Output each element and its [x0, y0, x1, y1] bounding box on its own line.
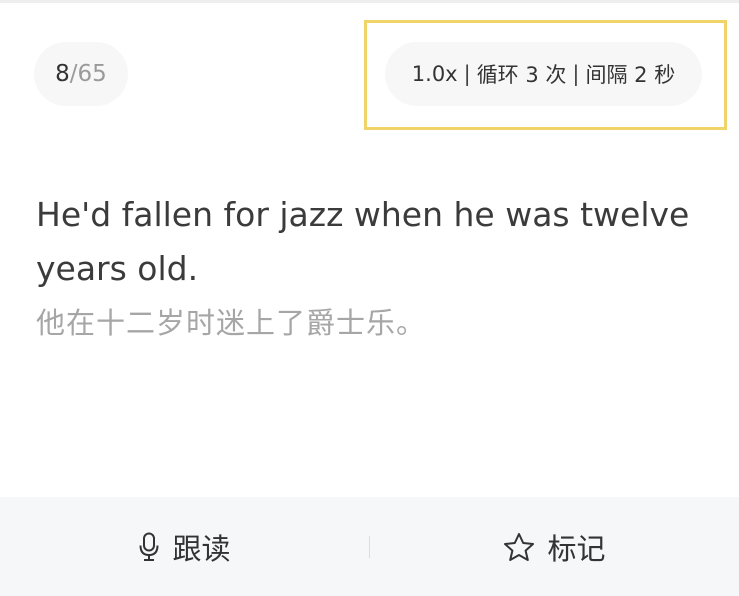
speed-value: 1.0x: [411, 62, 458, 86]
progress-current: 8: [55, 61, 70, 87]
english-sentence: He'd fallen for jazz when he was twelve …: [36, 195, 690, 288]
loop-value: 循环 3 次: [476, 63, 567, 87]
chinese-translation: 他在十二岁时迷上了爵士乐。: [36, 306, 427, 340]
progress-separator: /: [69, 61, 78, 87]
bottom-action-bar: 跟读 标记: [0, 497, 739, 596]
follow-read-button[interactable]: 跟读: [0, 497, 369, 596]
star-icon: [504, 532, 535, 561]
progress-counter: 8/65: [34, 42, 128, 106]
settings-divider: |: [463, 62, 471, 86]
playback-settings-button[interactable]: 1.0x | 循环 3 次 | 间隔 2 秒: [385, 42, 702, 106]
sentence-practice-screen: 8/65 1.0x | 循环 3 次 | 间隔 2 秒 He'd fallen …: [0, 0, 739, 596]
settings-divider: |: [572, 62, 580, 86]
interval-value: 间隔 2 秒: [585, 63, 676, 87]
mark-button[interactable]: 标记: [370, 497, 739, 596]
progress-total: 65: [77, 61, 107, 87]
top-divider: [0, 0, 739, 3]
microphone-icon: [139, 532, 159, 561]
mark-label: 标记: [547, 531, 606, 566]
follow-read-label: 跟读: [172, 531, 231, 566]
